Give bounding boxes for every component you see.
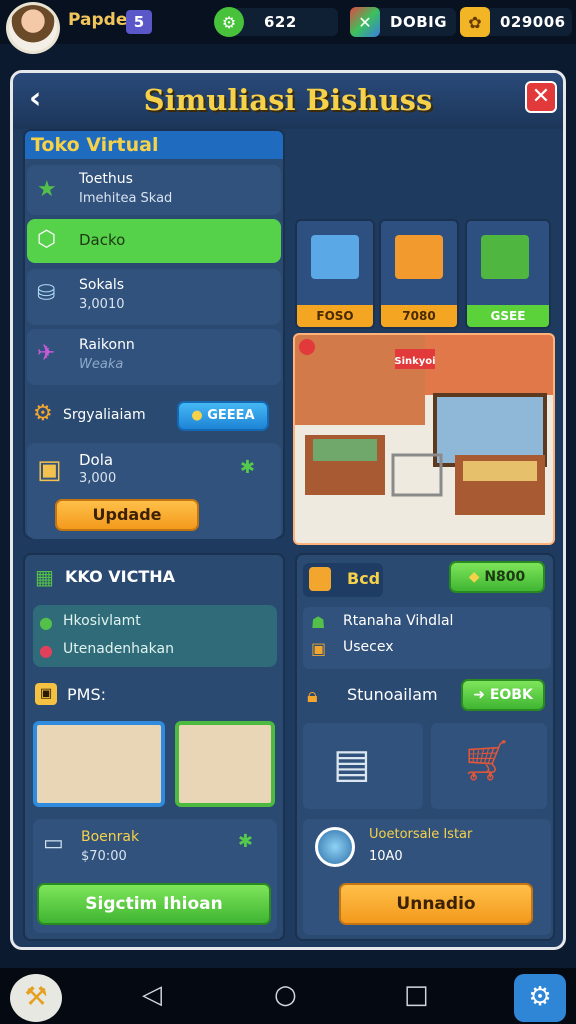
- plane-icon: ✈: [37, 341, 56, 366]
- bottom-navigation: ⚒ ◁ ○ □ ⚙: [0, 968, 576, 1024]
- window-header: ‹ Simuliasi Bishuss ✕: [13, 73, 563, 129]
- section-title: KKO VICTHA: [65, 567, 176, 586]
- gear-icon[interactable]: ⚙: [514, 974, 566, 1022]
- register-card[interactable]: ▤: [303, 723, 423, 809]
- product-card: ▣ Dola 3,000 ✱ Updade: [27, 443, 281, 539]
- player-level-badge: 5: [126, 10, 152, 34]
- door-icon: [309, 567, 331, 591]
- xp-icon: ✕: [350, 7, 380, 37]
- virtual-shop-panel: Toko Virtual ★ Toethus Imehitea Skad ⬡ D…: [23, 129, 285, 539]
- home-nav-icon[interactable]: ○: [274, 980, 297, 1010]
- coin-counter[interactable]: ✿ 029006: [460, 7, 572, 37]
- red-dot-icon: ●: [39, 641, 53, 660]
- gear-icon[interactable]: ✱: [240, 457, 255, 478]
- hammer-icon[interactable]: ⚒: [10, 974, 62, 1022]
- coin-icon: ●: [191, 408, 203, 423]
- register-icon: ▭: [43, 831, 64, 856]
- coin-icon: ✿: [460, 7, 490, 37]
- back-nav-icon[interactable]: ◁: [142, 980, 162, 1010]
- star-icon: ★: [37, 177, 57, 202]
- jar-icon: ⛁: [37, 281, 56, 306]
- pms-option-2[interactable]: [175, 721, 275, 807]
- shelf-card-2[interactable]: 7080: [379, 219, 459, 329]
- cart-card[interactable]: 🛒︎: [431, 723, 547, 809]
- lock-icon: 🔒︎: [307, 683, 318, 707]
- cash-icon: ⚙: [214, 7, 244, 37]
- produce-icon: [481, 235, 529, 279]
- business-simulation-window: ‹ Simuliasi Bishuss ✕ Toko Virtual ★ Toe…: [10, 70, 566, 950]
- green-dot-icon: ●: [39, 613, 53, 632]
- basket-icon: [311, 235, 359, 279]
- coin-icon: ◆: [468, 569, 480, 585]
- header-label: Bcd: [347, 569, 381, 588]
- box-icon: ⬡: [37, 227, 57, 252]
- upgrade-label: Srgyaliaiam: [63, 407, 146, 423]
- xp-counter[interactable]: ✕ DOBIG: [350, 7, 456, 37]
- people-icon: ☗: [311, 613, 326, 632]
- pms-icon: ▣: [35, 683, 57, 705]
- recents-nav-icon[interactable]: □: [404, 980, 429, 1010]
- update-button[interactable]: Updade: [55, 499, 199, 531]
- box-icon: ▣: [37, 455, 62, 485]
- list-item-selected[interactable]: ⬡ Dacko: [27, 219, 281, 263]
- list-item[interactable]: ⛁ Sokals 3,0010: [27, 269, 281, 325]
- gear-icon[interactable]: ✱: [238, 831, 253, 852]
- primary-action-button[interactable]: Sigctim Ihioan: [37, 883, 271, 925]
- cash-register-icon: ▤: [333, 741, 371, 787]
- primary-action-button[interactable]: Unnadio: [339, 883, 533, 925]
- shelf-card-3[interactable]: GSEE: [465, 219, 551, 329]
- list-item[interactable]: ★ Toethus Imehitea Skad: [27, 165, 281, 215]
- pms-label: PMS:: [67, 685, 106, 704]
- business-actions-panel: Bcd ◆ N800 ☗ Rtanaha Vihdlal ▣ Usecex 🔒︎…: [295, 553, 555, 941]
- globe-icon: [315, 827, 355, 867]
- list-item[interactable]: ✈ Raikonn Weaka: [27, 329, 281, 385]
- section-button[interactable]: ➜ EOBK: [461, 679, 545, 711]
- pms-option-1[interactable]: [33, 721, 165, 807]
- arrow-icon: ➜: [473, 687, 485, 703]
- virtual-shop-header: Toko Virtual: [25, 131, 283, 159]
- close-icon[interactable]: ✕: [525, 81, 557, 113]
- top-bar: Papden 5 ⚙ 622 ✕ DOBIG ✿ 029006: [0, 0, 576, 54]
- info-box: ☗ Rtanaha Vihdlal ▣ Usecex: [303, 607, 551, 669]
- header-button[interactable]: ◆ N800: [449, 561, 545, 593]
- upgrade-icon: ⚙: [33, 401, 53, 426]
- box-icon: ▣: [311, 639, 327, 658]
- shelf-card-1[interactable]: FOSO: [295, 219, 375, 329]
- shopping-cart-icon: 🛒︎: [461, 738, 512, 784]
- store-sign: Sinkyoi: [394, 356, 435, 367]
- store-illustration: Sinkyoi: [295, 335, 553, 543]
- player-avatar[interactable]: [6, 2, 60, 54]
- shop-icon: ▦: [35, 565, 54, 589]
- item-card: ▭ Boenrak $70:00 ✱ Sigctim Ihioan: [33, 819, 277, 933]
- cash-counter[interactable]: ⚙ 622: [214, 7, 338, 37]
- window-title: Simuliasi Bishuss: [143, 83, 433, 117]
- info-card: Uoetorsale Istar 10A0 Unnadio: [303, 819, 551, 935]
- store-scene-image[interactable]: Sinkyoi: [293, 333, 555, 545]
- section-title: Stunoailam: [347, 685, 438, 704]
- shop-detail-panel: ▦ KKO VICTHA ● Hkosivlamt ● Utenadenhaka…: [23, 553, 285, 941]
- upgrade-button[interactable]: ● GEEEA: [177, 401, 269, 431]
- stats-box: ● Hkosivlamt ● Utenadenhakan: [33, 605, 277, 667]
- crate-icon: [395, 235, 443, 279]
